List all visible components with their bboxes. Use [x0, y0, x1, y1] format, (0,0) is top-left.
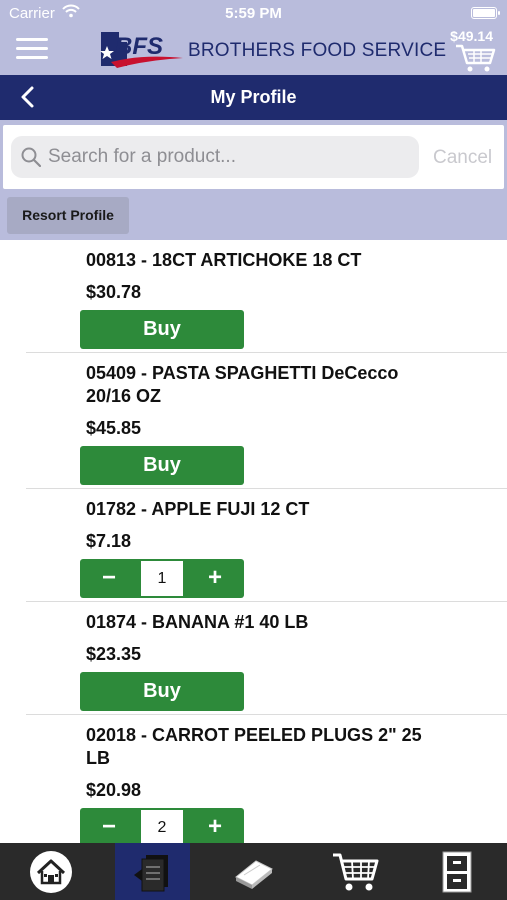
product-name: 01874 - BANANA #1 40 LB [86, 612, 309, 632]
search-input[interactable] [48, 136, 408, 178]
product-name: 00813 - 18CT ARTICHOKE 18 CT [86, 250, 362, 270]
list-item: 00813 - 18CT ARTICHOKE 18 CT $30.78 Buy [0, 240, 507, 353]
tab-home[interactable] [0, 843, 101, 900]
product-price: $23.35 [86, 644, 142, 664]
cancel-button[interactable]: Cancel [433, 147, 492, 169]
battery-icon [471, 7, 500, 19]
quantity-field[interactable]: 2 [141, 810, 183, 843]
product-price: $7.18 [86, 531, 132, 551]
app-header: Carrier 5:59 PM BFS BROTHERS FOOD SERVIC… [0, 0, 507, 75]
product-list[interactable]: 00813 - 18CT ARTICHOKE 18 CT $30.78 Buy … [0, 240, 507, 843]
tab-file-cabinet[interactable] [406, 843, 507, 900]
resort-profile-button[interactable]: Resort Profile [7, 197, 129, 234]
page-title: My Profile [210, 87, 297, 107]
buy-button[interactable]: Buy [80, 672, 244, 711]
search-container: Cancel [3, 125, 504, 189]
increment-button[interactable]: + [186, 808, 244, 843]
product-name: 01782 - APPLE FUJI 12 CT [86, 499, 310, 519]
tab-cart[interactable] [304, 843, 405, 900]
tab-catalog[interactable] [202, 843, 303, 900]
quantity-stepper: − 1 + [80, 559, 244, 598]
search-area: Cancel Resort Profile [0, 120, 507, 240]
catalog-book-icon [234, 859, 273, 889]
buy-button[interactable]: Buy [80, 310, 244, 349]
file-cabinet-icon [442, 851, 471, 892]
clock: 5:59 PM [225, 5, 282, 22]
cart-icon [332, 853, 378, 890]
increment-button[interactable]: + [186, 559, 244, 598]
bottom-tab-bar [0, 843, 507, 900]
search-icon [21, 147, 41, 167]
product-price: $45.85 [86, 418, 142, 438]
list-item: 01782 - APPLE FUJI 12 CT $7.18 − 1 + [0, 489, 507, 602]
list-item: 02018 - CARROT PEELED PLUGS 2" 25 LB $20… [0, 715, 507, 843]
decrement-button[interactable]: − [80, 559, 138, 598]
order-list-icon [133, 854, 168, 891]
decrement-button[interactable]: − [80, 808, 138, 843]
hamburger-menu-icon[interactable] [16, 38, 48, 62]
title-bar: My Profile [0, 75, 507, 120]
list-item: 05409 - PASTA SPAGHETTI DeCecco 20/16 OZ… [0, 353, 507, 489]
cart-total[interactable]: $49.14 [450, 28, 493, 44]
cart-icon[interactable] [454, 43, 496, 73]
product-price: $30.78 [86, 282, 142, 302]
status-bar: Carrier 5:59 PM [0, 0, 507, 28]
list-item: 01874 - BANANA #1 40 LB $23.35 Buy [0, 602, 507, 715]
logo-text: BFS [115, 33, 163, 60]
brand-name: BROTHERS FOOD SERVICE [188, 40, 447, 61]
product-name: 02018 - CARROT PEELED PLUGS 2" 25 LB [86, 725, 422, 768]
tab-order-list[interactable] [115, 843, 190, 900]
quantity-field[interactable]: 1 [141, 561, 183, 596]
search-field[interactable] [11, 136, 419, 178]
product-price: $20.98 [86, 780, 142, 800]
product-name: 05409 - PASTA SPAGHETTI DeCecco 20/16 OZ [86, 363, 399, 406]
quantity-stepper: − 2 + [80, 808, 244, 843]
bfs-logo: BFS [100, 32, 183, 68]
buy-button[interactable]: Buy [80, 446, 244, 485]
home-icon [29, 850, 72, 893]
